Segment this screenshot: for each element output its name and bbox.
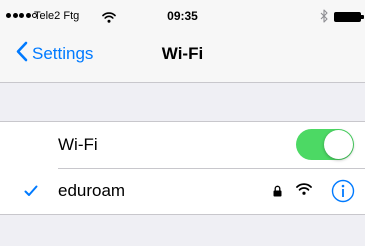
header: Tele2 Ftg 09:35 Settings Wi-Fi <box>0 0 365 83</box>
clock: 09:35 <box>167 9 198 23</box>
page-title: Wi-Fi <box>161 44 204 63</box>
battery-tip <box>361 15 364 19</box>
status-bar: Tele2 Ftg 09:35 <box>0 0 365 30</box>
info-icon[interactable] <box>331 179 355 208</box>
wifi-toggle-row: Wi-Fi <box>0 122 365 169</box>
wifi-toggle-switch[interactable] <box>296 129 354 160</box>
wifi-icon <box>296 182 312 200</box>
battery-icon <box>334 12 361 22</box>
wifi-settings-table: Wi-Fi eduroam <box>0 121 365 215</box>
checkmark-icon <box>24 184 38 202</box>
toggle-knob <box>324 130 353 159</box>
network-row-eduroam[interactable]: eduroam <box>0 168 365 214</box>
network-name: eduroam <box>58 181 126 200</box>
bluetooth-icon <box>320 9 329 28</box>
lock-icon <box>273 184 282 202</box>
wifi-label: Wi-Fi <box>58 135 98 154</box>
